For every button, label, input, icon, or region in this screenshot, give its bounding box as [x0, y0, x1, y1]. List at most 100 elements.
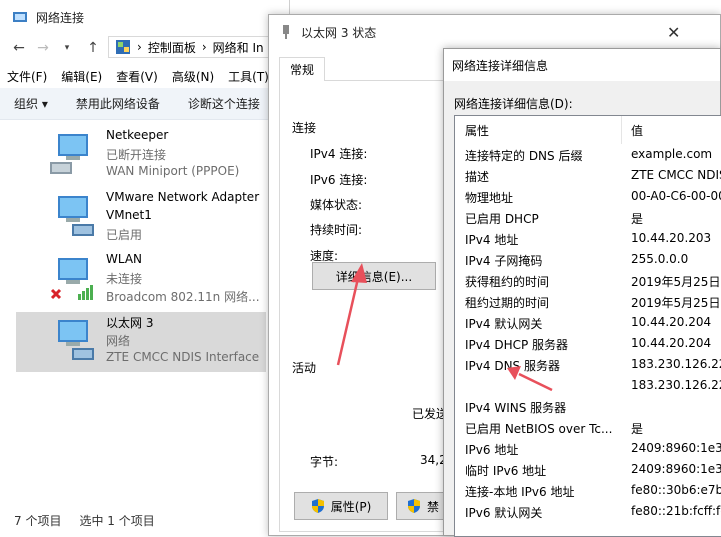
details-row[interactable]: IPv4 子网掩码 255.0.0.0	[455, 249, 721, 270]
list-header: 属性 值	[455, 116, 721, 144]
details-row[interactable]: 临时 IPv6 地址 2409:8960:1e38:50	[455, 459, 721, 480]
details-list-label: 网络连接详细信息(D):	[454, 97, 573, 111]
item-count: 7 个项目	[14, 514, 62, 528]
address-bar[interactable]: › 控制面板 › 网络和 In	[108, 36, 290, 58]
details-row-value: 2019年5月25日 13	[631, 275, 721, 289]
section-activity: 活动	[292, 361, 317, 375]
details-row[interactable]: IPv6 地址 2409:8960:1e38:50	[455, 438, 721, 459]
connection-item-ethernet3[interactable]: 以太网 3 网络 ZTE CMCC NDIS Interface	[16, 312, 266, 372]
window-title: 网络连接详细信息	[452, 58, 549, 73]
details-row[interactable]: IPv4 地址 10.44.20.203	[455, 228, 721, 249]
uac-shield-icon	[408, 499, 420, 513]
details-row-property: IPv4 地址	[465, 233, 519, 247]
ethernet-plug-icon	[283, 25, 289, 39]
details-row-property: IPv4 默认网关	[465, 317, 543, 331]
connection-status: 未连接	[106, 272, 143, 286]
column-header-property[interactable]: 属性	[465, 122, 489, 139]
details-row[interactable]: 已启用 DHCP 是	[455, 207, 721, 228]
connection-name: Netkeeper	[106, 128, 169, 142]
ipv4-connection-label: IPv4 连接:	[310, 147, 368, 161]
breadcrumb-separator: ›	[137, 40, 142, 54]
column-divider[interactable]	[621, 116, 622, 144]
properties-button-label: 属性(P)	[330, 499, 372, 514]
details-row-value: 2409:8960:1e38:50	[631, 441, 721, 455]
connection-status: 已断开连接	[106, 148, 167, 162]
details-row[interactable]: 描述 ZTE CMCC NDIS I	[455, 165, 721, 186]
tab-general[interactable]: 常规	[279, 57, 325, 81]
network-connections-window: 网络连接 ← → ▾ ↑ › 控制面板 › 网络和 In 文件(F) 编辑(E)…	[0, 0, 290, 536]
duration-label: 持续时间:	[310, 223, 363, 237]
menu-edit[interactable]: 编辑(E)	[54, 66, 109, 88]
details-row[interactable]: 物理地址 00-A0-C6-00-00-1	[455, 186, 721, 207]
ipv6-connection-label: IPv6 连接:	[310, 173, 368, 187]
network-adapter-icon	[58, 196, 94, 236]
details-row-property: 已启用 DHCP	[465, 212, 539, 226]
details-row-property: 连接-本地 IPv6 地址	[465, 485, 575, 499]
details-row-value: fe80::30b6:e7b4:e	[631, 483, 721, 497]
details-row-property: 连接特定的 DNS 后缀	[465, 149, 583, 163]
breadcrumb-separator: ›	[201, 40, 207, 54]
details-row[interactable]: IPv6 默认网关 fe80::21b:fcff:fe9a	[455, 501, 721, 522]
details-row[interactable]: IPv4 WINS 服务器	[455, 396, 721, 417]
breadcrumb-control-panel[interactable]: 控制面板	[148, 39, 196, 56]
menu-advanced[interactable]: 高级(N)	[165, 66, 221, 88]
network-adapter-icon	[50, 134, 88, 174]
organize-button[interactable]: 组织 ▾	[0, 95, 62, 112]
details-row-property: IPv4 DHCP 服务器	[465, 338, 569, 352]
details-row[interactable]: 租约过期的时间 2019年5月25日 19	[455, 291, 721, 312]
details-row[interactable]: 连接-本地 IPv6 地址 fe80::30b6:e7b4:e	[455, 480, 721, 501]
details-row-value: 00-A0-C6-00-00-1	[631, 189, 721, 203]
details-row[interactable]: 连接特定的 DNS 后缀 example.com	[455, 144, 721, 165]
details-row-value: 183.230.126.224	[631, 378, 721, 392]
details-row[interactable]: 已启用 NetBIOS over Tc... 是	[455, 417, 721, 438]
details-list[interactable]: 属性 值 连接特定的 DNS 后缀 example.com 描述 ZTE CMCC N…	[454, 115, 721, 537]
menu-file[interactable]: 文件(F)	[0, 66, 54, 88]
connection-item-netkeeper[interactable]: Netkeeper 已断开连接 WAN Miniport (PPPOE)	[16, 126, 266, 186]
back-arrow-icon[interactable]: ←	[10, 38, 28, 58]
details-row-property: IPv6 地址	[465, 443, 519, 457]
menu-bar: 文件(F) 编辑(E) 查看(V) 高级(N) 工具(T)	[0, 66, 290, 88]
connection-name: WLAN	[106, 252, 143, 266]
uac-shield-icon	[311, 499, 324, 513]
breadcrumb-network[interactable]: 网络和 In	[213, 39, 264, 56]
connection-device: 已启用	[106, 228, 143, 242]
wireless-adapter-icon	[50, 258, 93, 300]
window-title: 以太网 3 状态	[301, 25, 377, 40]
details-row-property: 物理地址	[465, 191, 514, 205]
details-row-value: 183.230.126.225	[631, 357, 721, 371]
details-row-property: 临时 IPv6 地址	[465, 464, 547, 478]
window-title: 网络连接	[36, 10, 85, 25]
close-icon[interactable]: ✕	[667, 23, 680, 42]
details-row-value: 2409:8960:1e38:50	[631, 462, 721, 476]
details-row[interactable]: IPv4 默认网关 10.44.20.204	[455, 312, 721, 333]
recent-chevron-icon[interactable]: ▾	[58, 38, 76, 58]
menu-view[interactable]: 查看(V)	[109, 66, 165, 88]
details-row-property: IPv4 WINS 服务器	[465, 401, 567, 415]
details-row-value: 10.44.20.203	[631, 231, 712, 245]
connection-device: ZTE CMCC NDIS Interface	[106, 350, 260, 364]
forward-arrow-icon[interactable]: →	[34, 38, 52, 58]
details-row[interactable]: 获得租约的时间 2019年5月25日 13	[455, 270, 721, 291]
properties-button[interactable]: 属性(P)	[294, 492, 388, 520]
selected-count: 选中 1 个项目	[79, 514, 155, 528]
connection-device: WAN Miniport (PPPOE)	[106, 164, 240, 178]
disable-device-button[interactable]: 禁用此网络设备	[62, 95, 174, 112]
connection-item-vmware[interactable]: VMware Network Adapter VMnet1 已启用	[16, 188, 266, 248]
details-row[interactable]: IPv4 DNS 服务器 183.230.126.225	[455, 354, 721, 375]
window-title-bar: 网络连接详细信息	[444, 49, 720, 81]
details-row-value: 10.44.20.204	[631, 336, 712, 350]
diagnose-button[interactable]: 诊断这个连接	[174, 95, 274, 112]
section-connection: 连接	[292, 121, 317, 135]
details-row-property: 已启用 NetBIOS over Tc...	[465, 422, 613, 436]
up-arrow-icon[interactable]: ↑	[84, 38, 102, 58]
column-header-value[interactable]: 值	[631, 122, 643, 139]
details-row-property: 租约过期的时间	[465, 296, 550, 310]
details-row[interactable]: IPv4 DHCP 服务器 10.44.20.204	[455, 333, 721, 354]
connection-status: VMnet1	[106, 208, 152, 222]
details-row-value: 2019年5月25日 19	[631, 296, 721, 310]
details-row[interactable]: 183.230.126.224	[455, 375, 721, 396]
details-button[interactable]: 详细信息(E)...	[312, 262, 436, 290]
connection-item-wlan[interactable]: WLAN 未连接 Broadcom 802.11n 网络...	[16, 250, 266, 310]
connection-name: VMware Network Adapter	[106, 190, 260, 204]
details-row-property: IPv4 子网掩码	[465, 254, 543, 268]
